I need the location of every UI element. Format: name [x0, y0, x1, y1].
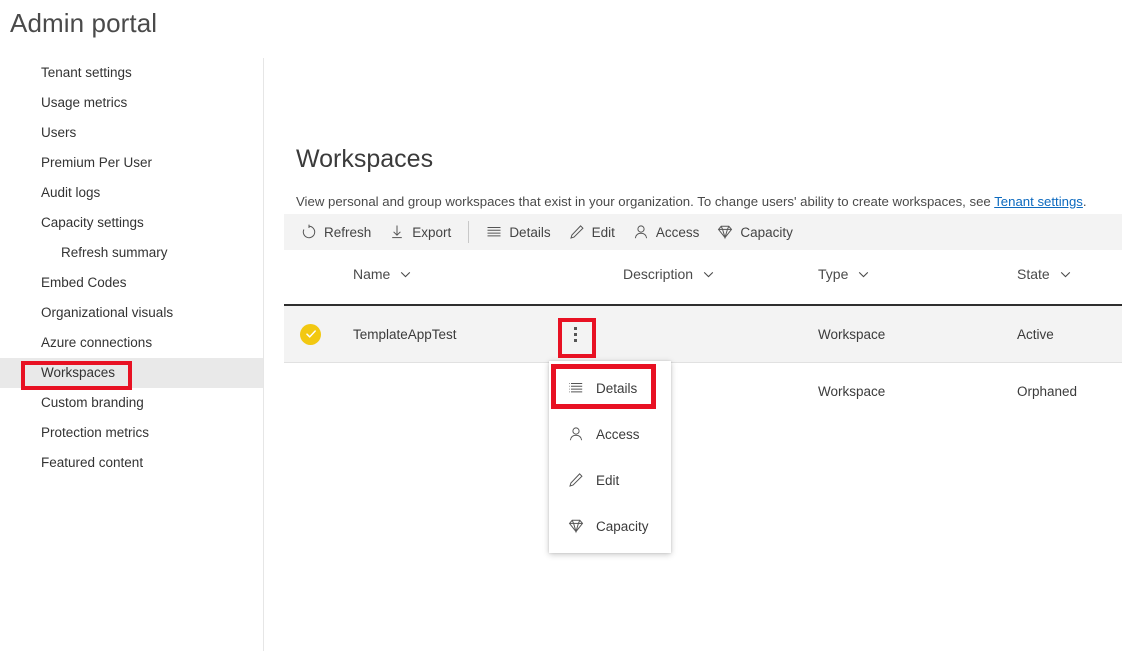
sidebar-item-users[interactable]: Users	[0, 118, 263, 148]
context-menu-item-capacity-label: Capacity	[596, 519, 649, 534]
sidebar-item-label: Capacity settings	[41, 216, 144, 230]
dot	[574, 327, 577, 330]
details-label: Details	[509, 225, 550, 240]
sidebar-item-featured-content[interactable]: Featured content	[0, 448, 263, 478]
capacity-button[interactable]: Capacity	[708, 214, 802, 250]
refresh-icon	[301, 224, 317, 240]
column-header-type[interactable]: Type	[818, 266, 870, 282]
context-menu-item-edit[interactable]: Edit	[549, 457, 671, 503]
sidebar-item-capacity-settings[interactable]: Capacity settings	[0, 208, 263, 238]
pencil-icon	[569, 224, 585, 240]
workspaces-table: Name Description Type	[284, 250, 1122, 420]
table-header-row: Name Description Type	[284, 250, 1122, 304]
context-menu-item-edit-label: Edit	[596, 473, 619, 488]
sidebar-item-label: Refresh summary	[61, 246, 168, 260]
details-button[interactable]: Details	[477, 214, 559, 250]
sidebar-item-label: Protection metrics	[41, 426, 149, 440]
row-more-options-cell	[563, 306, 587, 362]
sidebar-item-label: Tenant settings	[41, 66, 132, 80]
edit-button[interactable]: Edit	[560, 214, 624, 250]
sidebar-item-label: Workspaces	[41, 366, 115, 380]
download-icon	[389, 224, 405, 240]
chevron-down-icon	[399, 268, 412, 281]
dot	[574, 339, 577, 342]
column-header-state-label: State	[1017, 266, 1050, 282]
sidebar-item-azure-connections[interactable]: Azure connections	[0, 328, 263, 358]
tenant-settings-link[interactable]: Tenant settings	[994, 194, 1083, 209]
row-state: Active	[1017, 306, 1054, 362]
sidebar-item-tenant-settings[interactable]: Tenant settings	[0, 58, 263, 88]
description-text-after: .	[1083, 194, 1087, 209]
sidebar-item-embed-codes[interactable]: Embed Codes	[0, 268, 263, 298]
sidebar-item-label: Premium Per User	[41, 156, 152, 170]
column-header-description-label: Description	[623, 266, 693, 282]
list-icon	[486, 224, 502, 240]
sidebar-item-label: Embed Codes	[41, 276, 127, 290]
chevron-down-icon	[857, 268, 870, 281]
edit-label: Edit	[592, 225, 615, 240]
row-type: Workspace	[818, 306, 885, 362]
sidebar-item-custom-branding[interactable]: Custom branding	[0, 388, 263, 418]
sidebar-item-refresh-summary[interactable]: Refresh summary	[0, 238, 263, 268]
sidebar-nav: Tenant settings Usage metrics Users Premium…	[0, 58, 263, 651]
app-root: Admin portal Tenant settings Usage metric…	[0, 0, 1122, 651]
diamond-icon	[568, 518, 584, 534]
access-label: Access	[656, 225, 700, 240]
row-name: TemplateAppTest	[353, 306, 457, 362]
refresh-label: Refresh	[324, 225, 371, 240]
toolbar-separator	[468, 221, 469, 243]
column-header-name[interactable]: Name	[353, 266, 412, 282]
context-menu-item-details-label: Details	[596, 381, 637, 396]
context-menu-item-capacity[interactable]: Capacity	[549, 503, 671, 549]
sidebar-item-label: Audit logs	[41, 186, 100, 200]
export-button[interactable]: Export	[380, 214, 460, 250]
chevron-down-icon	[1059, 268, 1072, 281]
sidebar-item-workspaces[interactable]: Workspaces	[0, 358, 263, 388]
row-status-badge	[300, 306, 321, 362]
context-menu-item-details[interactable]: Details	[549, 365, 671, 411]
description-text-before: View personal and group workspaces that …	[296, 194, 994, 209]
sidebar-item-label: Custom branding	[41, 396, 144, 410]
section-description: View personal and group workspaces that …	[296, 194, 1087, 209]
column-header-type-label: Type	[818, 266, 848, 282]
sidebar-item-organizational-visuals[interactable]: Organizational visuals	[0, 298, 263, 328]
export-label: Export	[412, 225, 451, 240]
sidebar-item-label: Featured content	[41, 456, 143, 470]
sidebar-item-protection-metrics[interactable]: Protection metrics	[0, 418, 263, 448]
section-heading: Workspaces	[296, 145, 433, 174]
sidebar-item-usage-metrics[interactable]: Usage metrics	[0, 88, 263, 118]
person-icon	[568, 426, 584, 442]
refresh-button[interactable]: Refresh	[292, 214, 380, 250]
table-row[interactable]: TemplateAppTest Workspace Active	[284, 304, 1122, 362]
row-context-menu: Details Access Edit	[549, 361, 671, 553]
table-row[interactable]: Workspace Orphaned	[284, 362, 1122, 420]
access-button[interactable]: Access	[624, 214, 709, 250]
person-icon	[633, 224, 649, 240]
sidebar-item-label: Organizational visuals	[41, 306, 173, 320]
column-header-state[interactable]: State	[1017, 266, 1072, 282]
command-toolbar: Refresh Export	[284, 214, 1122, 250]
sidebar-item-label: Users	[41, 126, 76, 140]
capacity-label: Capacity	[740, 225, 793, 240]
sidebar-item-label: Usage metrics	[41, 96, 127, 110]
context-menu-item-access[interactable]: Access	[549, 411, 671, 457]
page-title: Admin portal	[10, 8, 157, 39]
row-type: Workspace	[818, 363, 885, 420]
more-options-button[interactable]	[563, 319, 587, 349]
row-state: Orphaned	[1017, 363, 1077, 420]
dot	[574, 333, 577, 336]
column-header-name-label: Name	[353, 266, 390, 282]
main-content: Workspaces View personal and group works…	[264, 58, 1122, 651]
diamond-icon	[717, 224, 733, 240]
list-icon	[568, 380, 584, 396]
pencil-icon	[568, 472, 584, 488]
chevron-down-icon	[702, 268, 715, 281]
check-circle-icon	[300, 324, 321, 345]
context-menu-item-access-label: Access	[596, 427, 640, 442]
column-header-description[interactable]: Description	[623, 266, 715, 282]
sidebar-item-audit-logs[interactable]: Audit logs	[0, 178, 263, 208]
sidebar-item-premium-per-user[interactable]: Premium Per User	[0, 148, 263, 178]
sidebar-item-label: Azure connections	[41, 336, 152, 350]
